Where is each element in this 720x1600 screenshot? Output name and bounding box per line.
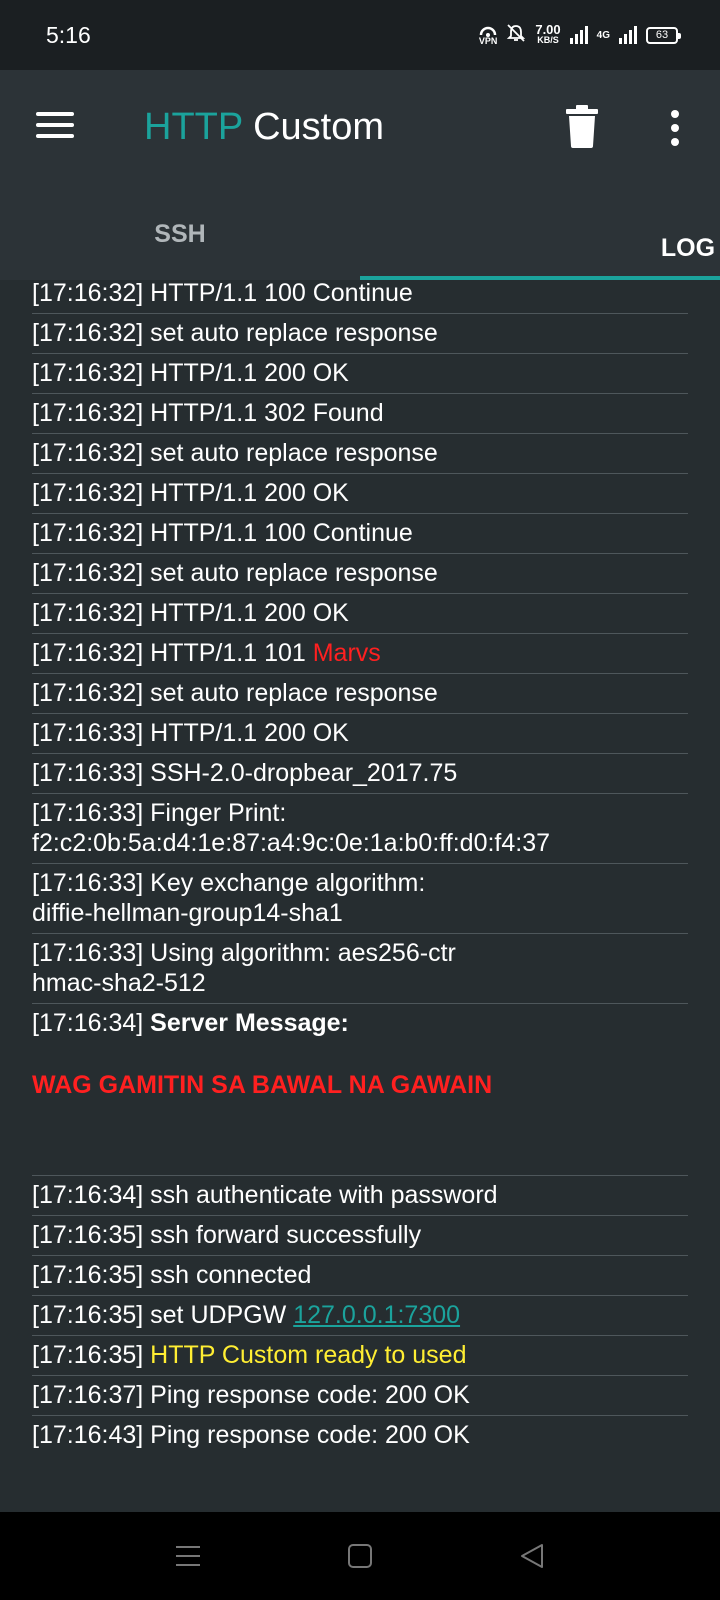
log-text: diffie-hellman-group14-sha1: [32, 899, 343, 927]
log-list: [17:16:32] HTTP/1.1 100 Continue [17:16:…: [32, 280, 688, 1455]
log-entry: [17:16:32] set auto replace response: [32, 554, 688, 594]
log-panel[interactable]: [17:16:32] HTTP/1.1 100 Continue [17:16:…: [0, 280, 720, 1512]
log-entry: [17:16:33] Using algorithm: aes256-ctr h…: [32, 934, 688, 1004]
log-entry: [17:16:32] HTTP/1.1 302 Found: [32, 394, 688, 434]
network-speed: 7.00 KB/S: [535, 22, 561, 45]
app-bar: HTTP Custom: [0, 70, 720, 188]
back-icon[interactable]: [516, 1540, 548, 1572]
log-entry: [17:16:34] ssh authenticate with passwor…: [32, 1176, 688, 1216]
log-text: [17:16:32] HTTP/1.1 101: [32, 639, 313, 667]
tab-bar: SSH LOG: [0, 188, 720, 280]
navigation-bar: [0, 1512, 720, 1600]
server-message-heading: Server Message:: [150, 1009, 349, 1037]
app-title-accent: HTTP: [144, 106, 243, 148]
log-entry: [17:16:32] set auto replace response: [32, 434, 688, 474]
recents-icon[interactable]: [172, 1540, 204, 1572]
app-title: HTTP Custom: [144, 106, 384, 149]
log-entry: [17:16:32] HTTP/1.1 101 Marvs: [32, 634, 688, 674]
status-icons: VPN 7.00 KB/S 4G 63: [478, 20, 681, 50]
log-entry: [17:16:32] HTTP/1.1 200 OK: [32, 354, 688, 394]
log-entry: [17:16:32] HTTP/1.1 100 Continue: [32, 514, 688, 554]
udpgw-link[interactable]: 127.0.0.1:7300: [293, 1301, 460, 1329]
log-entry: [17:16:32] HTTP/1.1 200 OK: [32, 474, 688, 514]
log-entry: [17:16:33] HTTP/1.1 200 OK: [32, 714, 688, 754]
log-text: [17:16:33] Using algorithm: aes256-ctr: [32, 939, 456, 967]
log-text: [17:16:34]: [32, 1009, 151, 1037]
more-vert-icon[interactable]: [660, 106, 692, 150]
log-entry: [17:16:32] set auto replace response: [32, 674, 688, 714]
log-fingerprint: f2:c2:0b:5a:d4:1e:87:a4:9c:0e:1a:b0:ff:d…: [32, 829, 551, 857]
server-message-text: WAG GAMITIN SA BAWAL NA GAWAIN: [32, 1071, 493, 1099]
log-text: [17:16:35]: [32, 1341, 151, 1369]
log-text: [17:16:35] set UDPGW: [32, 1301, 294, 1329]
log-entry: [17:16:32] HTTP/1.1 100 Continue: [32, 280, 688, 314]
menu-icon[interactable]: [36, 110, 76, 140]
ready-message: HTTP Custom ready to used: [150, 1341, 467, 1369]
log-text: hmac-sha2-512: [32, 969, 206, 997]
status-time: 5:16: [46, 22, 91, 48]
vpn-label: VPN: [478, 35, 498, 46]
log-entry: [17:16:35] ssh connected: [32, 1256, 688, 1296]
trash-icon[interactable]: [562, 104, 602, 148]
mute-icon: [506, 23, 526, 48]
log-text: [17:16:33] Finger Print:: [32, 799, 287, 827]
battery-icon: 63: [646, 26, 681, 44]
signal-icon-2: [619, 26, 637, 44]
log-entry: [17:16:33] SSH-2.0-dropbear_2017.75: [32, 754, 688, 794]
log-entry: [17:16:35] ssh forward successfully: [32, 1216, 688, 1256]
signal-icon: [569, 26, 588, 44]
log-entry: [17:16:33] Finger Print: f2:c2:0b:5a:d4:…: [32, 794, 688, 864]
log-entry: [17:16:43] Ping response code: 200 OK: [32, 1421, 470, 1449]
log-entry: [17:16:32] set auto replace response: [32, 314, 688, 354]
log-highlight-red: Marvs: [312, 639, 381, 667]
home-icon[interactable]: [344, 1540, 376, 1572]
tab-ssh[interactable]: SSH: [0, 188, 360, 280]
vpn-icon: VPN: [478, 25, 498, 46]
log-entry: [17:16:33] Key exchange algorithm: diffi…: [32, 864, 688, 934]
log-entry: [17:16:35] set UDPGW 127.0.0.1:7300: [32, 1296, 688, 1336]
log-entry: [17:16:32] HTTP/1.1 200 OK: [32, 594, 688, 634]
log-entry: [17:16:35] HTTP Custom ready to used: [32, 1336, 688, 1376]
app-title-rest: Custom: [242, 106, 385, 148]
status-bar: 5:16 VPN 7.00 KB/S 4G 63: [0, 0, 720, 70]
mobile-data-label: 4G: [596, 29, 610, 41]
log-text: [17:16:33] Key exchange algorithm:: [32, 869, 426, 897]
log-entry-server-message: [17:16:34] Server Message: WAG GAMITIN S…: [32, 1004, 688, 1176]
log-entry: [17:16:37] Ping response code: 200 OK: [32, 1376, 688, 1416]
